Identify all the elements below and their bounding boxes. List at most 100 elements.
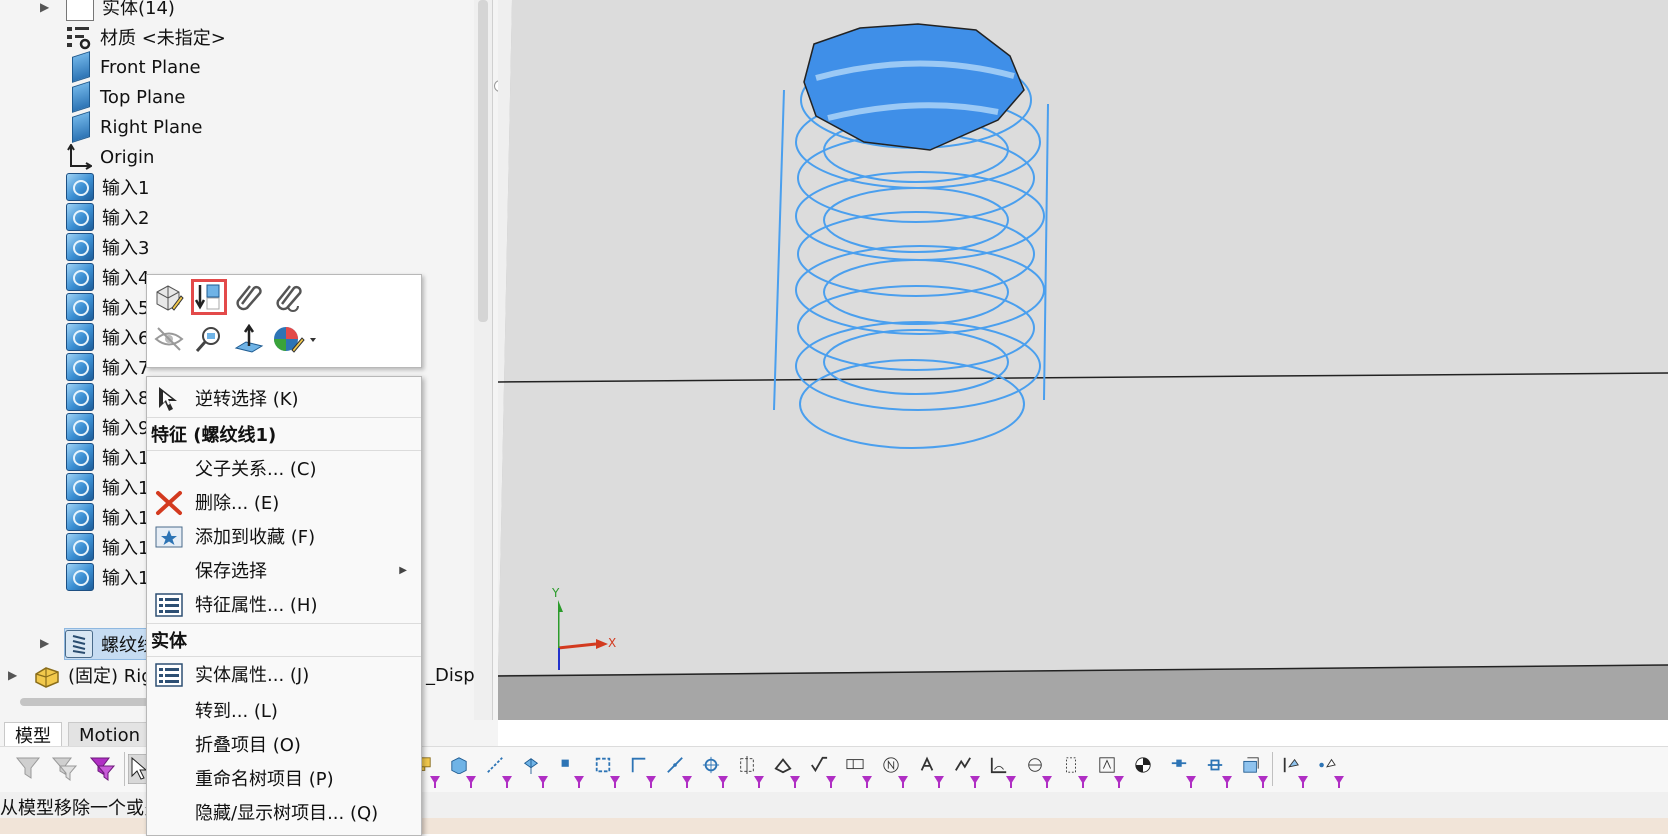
tree-item-label: 输入1	[102, 508, 150, 529]
filter-hide-icon[interactable]	[50, 754, 80, 784]
menu-item-invert-selection[interactable]: 逆转选择 (K)	[147, 381, 421, 415]
select-cursor-icon[interactable]	[127, 753, 149, 785]
edit-feature-icon[interactable]	[151, 279, 187, 315]
filter-edges-icon[interactable]	[628, 754, 658, 788]
expand-arrow-icon[interactable]: ▶	[8, 668, 17, 682]
tree-item-top-plane[interactable]: Top Plane	[66, 81, 185, 113]
tree-item-import[interactable]: 输入7	[66, 352, 149, 382]
filter-gtol-icon[interactable]	[844, 754, 874, 788]
filter-surface-finish-icon[interactable]	[808, 754, 838, 788]
plane-icon	[72, 111, 90, 143]
context-toolbar	[146, 274, 422, 368]
tree-item-import[interactable]: 输入4	[66, 262, 149, 292]
tree-item-right-plane[interactable]: Right Plane	[66, 111, 203, 143]
tree-scrollbar-thumb[interactable]	[478, 0, 488, 322]
filter-sketch-points-icon[interactable]	[700, 754, 730, 788]
filter-datum-targets-icon[interactable]	[1024, 754, 1054, 788]
zoom-to-selection-icon[interactable]	[191, 321, 227, 357]
filter-misc-a-icon[interactable]	[1280, 754, 1310, 788]
toolbar-separator	[1272, 752, 1273, 786]
tree-item-solid-bodies[interactable]: 实体(14)	[66, 0, 175, 22]
filter-blocks-icon[interactable]	[1096, 754, 1126, 788]
menu-item-label: 逆转选择 (K)	[195, 389, 299, 410]
menu-header-label: 特征 (螺纹线1)	[151, 425, 277, 446]
filter-notes-icon[interactable]	[880, 754, 910, 788]
filter-planes-icon[interactable]	[520, 754, 550, 788]
tree-item-label: 输入2	[102, 208, 150, 229]
filter-dimensions-icon[interactable]	[772, 754, 802, 788]
filter-faces-icon[interactable]	[592, 754, 622, 788]
tab-model[interactable]: 模型	[4, 722, 62, 747]
tree-item-import[interactable]: 输入1	[66, 472, 149, 502]
menu-item-parent-child[interactable]: 父子关系... (C)	[147, 451, 421, 485]
menu-item-collapse-items[interactable]: 折叠项目 (O)	[147, 727, 421, 761]
imported-body-icon	[66, 263, 94, 291]
menu-item-label: 保存选择	[195, 561, 267, 582]
filter-connection-points-icon[interactable]	[1168, 754, 1198, 788]
filter-balloons-icon[interactable]	[916, 754, 946, 788]
filter-routing-points-icon[interactable]	[1204, 754, 1234, 788]
menu-item-go-to[interactable]: 转到... (L)	[147, 693, 421, 727]
filter-sketch-segments-icon[interactable]	[664, 754, 694, 788]
filter-center-of-mass-icon[interactable]	[1132, 754, 1162, 784]
menu-item-feature-properties[interactable]: 特征属性... (H)	[147, 587, 421, 621]
filter-solid-bodies-icon[interactable]	[448, 754, 478, 788]
hide-icon[interactable]	[151, 321, 187, 357]
menu-item-label: 父子关系... (C)	[195, 459, 317, 480]
tree-item-import[interactable]: 输入5	[66, 292, 149, 322]
filter-cosmetic-threads-icon[interactable]	[1060, 754, 1090, 788]
tree-item-origin[interactable]: Origin	[66, 142, 154, 172]
attach-icon[interactable]	[231, 279, 267, 315]
menu-item-label: 折叠项目 (O)	[195, 735, 301, 756]
tree-item-import[interactable]: 输入1	[66, 502, 149, 532]
menu-item-hide-show-tree-items[interactable]: 隐藏/显示树项目... (Q)	[147, 795, 421, 829]
context-menu: 逆转选择 (K) 特征 (螺纹线1) 父子关系... (C) 删除... (E)…	[146, 376, 422, 836]
menu-item-add-to-favorites[interactable]: 添加到收藏 (F)	[147, 519, 421, 553]
tree-item-import[interactable]: 输入2	[66, 202, 149, 232]
filter-center-marks-icon[interactable]	[736, 754, 766, 788]
menu-item-body-properties[interactable]: 实体属性... (J)	[147, 657, 421, 691]
normal-to-icon[interactable]	[231, 321, 267, 357]
appearance-icon[interactable]	[271, 321, 321, 357]
tree-item-label: 实体(14)	[102, 0, 175, 19]
filter-welds-icon[interactable]	[952, 754, 982, 788]
filter-axes-icon[interactable]	[484, 754, 514, 788]
tree-item-label: Front Plane	[100, 56, 201, 78]
imported-body-icon	[66, 413, 94, 441]
solid-bodies-folder-icon	[66, 0, 94, 21]
filter-mesh-icon[interactable]	[1240, 754, 1270, 788]
tree-item-import[interactable]: 输入1	[66, 562, 149, 592]
tree-item-label: 输入1	[102, 178, 150, 199]
tree-item-import[interactable]: 输入8	[66, 382, 149, 412]
tree-item-import[interactable]: 输入1	[66, 172, 149, 202]
triad-axis-indicator: Y X	[552, 586, 638, 680]
tree-item-import[interactable]: 输入1	[66, 532, 149, 562]
expand-arrow-icon[interactable]: ▶	[40, 0, 49, 14]
filter-vertices-icon[interactable]	[556, 754, 586, 788]
filter-toggle-all-icon[interactable]	[88, 754, 118, 784]
menu-item-save-selection[interactable]: 保存选择 ▶	[147, 553, 421, 587]
tree-item-label: 输入1	[102, 448, 150, 469]
filter-misc-b-icon[interactable]	[1316, 754, 1346, 788]
menu-item-delete[interactable]: 删除... (E)	[147, 485, 421, 519]
imported-body-icon	[66, 173, 94, 201]
filter-weld-beads-icon[interactable]	[988, 754, 1018, 788]
imported-body-icon	[66, 533, 94, 561]
menu-item-rename-tree-item[interactable]: 重命名树项目 (P)	[147, 761, 421, 795]
tree-item-front-plane[interactable]: Front Plane	[66, 51, 201, 83]
tab-motion[interactable]: Motion	[68, 722, 152, 747]
tree-item-fixed-part[interactable]: (固定) Rig	[34, 660, 153, 690]
filter-toggle-icon[interactable]	[14, 754, 44, 784]
expand-arrow-icon[interactable]: ▶	[40, 636, 49, 650]
tree-item-import[interactable]: 输入1	[66, 442, 149, 472]
tree-item-material[interactable]: 材质 <未指定>	[66, 22, 226, 52]
tree-item-import[interactable]: 输入3	[66, 232, 149, 262]
imported-body-icon	[66, 293, 94, 321]
rollback-icon[interactable]	[191, 279, 227, 315]
tree-item-fixed-part-suffix: _Disp	[426, 660, 475, 690]
tree-item-import[interactable]: 输入6	[66, 322, 149, 352]
detach-icon[interactable]	[271, 279, 307, 315]
graphics-viewport[interactable]: Y X	[498, 0, 1668, 720]
tree-item-import[interactable]: 输入9	[66, 412, 149, 442]
tree-item-label: Right Plane	[100, 116, 203, 138]
